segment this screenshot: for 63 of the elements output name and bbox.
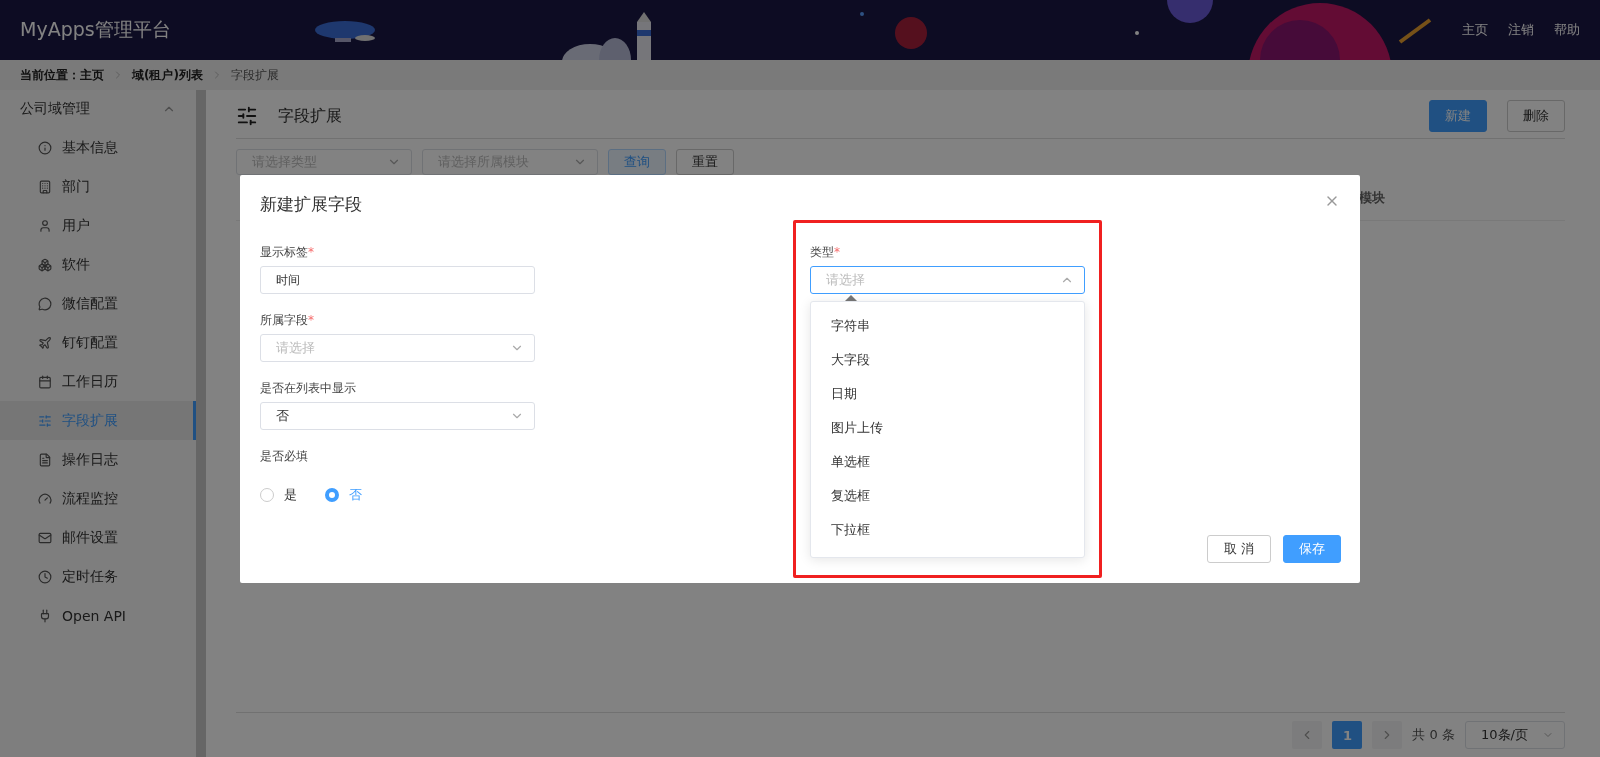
plug-icon [38,608,52,623]
boxes-icon [38,257,52,272]
sidebar-item[interactable]: Open API [0,596,196,635]
scrollbar[interactable] [196,90,206,757]
dialog-title: 新建扩展字段 [260,193,362,216]
page-title: 字段扩展 [278,105,343,127]
breadcrumb-item[interactable]: 域(租户)列表 [132,66,203,84]
user-icon [38,218,52,233]
dropdown-option[interactable]: 字符串 [811,309,1084,343]
sidebar-item[interactable]: 钉钉配置 [0,323,196,362]
sidebar-item[interactable]: 用户 [0,206,196,245]
radio-option[interactable]: 否 [325,486,362,504]
field-label: 是否在列表中显示 [260,380,357,397]
dropdown-option[interactable]: 日期 [811,377,1084,411]
field-label: 类型* [810,244,841,261]
dropdown-option[interactable]: 大字段 [811,343,1084,377]
chat-icon [38,296,52,311]
sidebar-item[interactable]: 微信配置 [0,284,196,323]
clock-icon [38,569,52,584]
toolbar-button[interactable]: 新建 [1429,100,1487,132]
radio-option[interactable]: 是 [260,486,297,504]
sidebar-item[interactable]: 定时任务 [0,557,196,596]
app-title: MyApps管理平台 [20,17,172,42]
field-label: 是否必填 [260,448,309,465]
dropdown-option[interactable]: 下拉框 [811,513,1084,547]
field-label: 所属字段* [260,312,315,329]
header-link[interactable]: 主页 [1462,21,1488,39]
sliders-icon [236,105,258,127]
dropdown-option[interactable]: 单选框 [811,445,1084,479]
select-field[interactable]: 否 [260,402,535,430]
sidebar-group[interactable]: 公司域管理 [0,90,196,128]
total-count: 共 0 条 [1412,726,1455,744]
page-size-select[interactable]: 10条/页 [1465,721,1565,749]
sidebar-item[interactable]: 软件 [0,245,196,284]
sidebar-item[interactable]: 流程监控 [0,479,196,518]
info-icon [38,140,52,155]
dialog-button[interactable]: 保存 [1283,535,1341,563]
dropdown-option[interactable]: 复选框 [811,479,1084,513]
prev-page-button[interactable] [1292,721,1323,749]
next-page-button[interactable] [1372,721,1403,749]
sliders-icon [38,413,52,428]
breadcrumb-item[interactable]: 当前位置：主页 [20,66,104,84]
input-field[interactable]: 时间 [260,266,535,294]
calendar-icon [38,374,52,389]
dialog-button[interactable]: 取 消 [1206,535,1271,563]
field-label: 显示标签* [260,244,315,261]
sidebar-item[interactable]: 邮件设置 [0,518,196,557]
document-icon [38,452,52,467]
filter-button[interactable]: 重置 [676,149,734,175]
sidebar-item[interactable]: 操作日志 [0,440,196,479]
breadcrumb-item: 字段扩展 [230,66,279,84]
sidebar-item[interactable]: 部门 [0,167,196,206]
header-link[interactable]: 注销 [1508,21,1534,39]
dropdown-option[interactable]: 图片上传 [811,411,1084,445]
plane-icon [38,335,52,350]
building-icon [38,179,52,194]
gauge-icon [38,491,52,506]
header-link[interactable]: 帮助 [1554,21,1580,39]
column-header: 模块 [1359,188,1385,207]
mail-icon [38,530,52,545]
toolbar-button[interactable]: 删除 [1507,100,1565,132]
sidebar-item[interactable]: 工作日历 [0,362,196,401]
sidebar-item[interactable]: 基本信息 [0,128,196,167]
